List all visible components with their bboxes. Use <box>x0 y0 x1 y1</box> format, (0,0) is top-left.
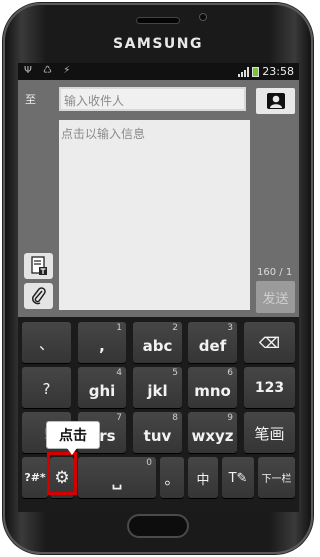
key-punctuation-comma[interactable]: 、 <box>22 322 71 363</box>
status-notification-icons: Ψ ♺ ⚡ <box>24 65 75 76</box>
front-camera <box>200 14 206 20</box>
battery-icon <box>252 66 260 77</box>
status-time: 23:58 <box>262 65 294 78</box>
key-question[interactable]: ? <box>22 367 71 408</box>
symbols-key[interactable]: ?#* <box>22 457 48 498</box>
key-5[interactable]: 5 jkl <box>133 367 182 408</box>
signal-icon <box>238 66 250 77</box>
key-2[interactable]: 2 abc <box>133 322 182 363</box>
next-field-key[interactable]: 下一栏 <box>258 457 295 498</box>
key-period[interactable]: 。 <box>160 457 184 498</box>
earpiece-speaker <box>137 18 179 23</box>
recipient-input[interactable]: 输入收件人 <box>59 87 246 111</box>
settings-key-highlight <box>47 452 77 495</box>
brand-logo: SAMSUNG <box>112 36 203 52</box>
to-label: 至 <box>25 93 36 106</box>
chinese-mode-key[interactable]: 中 <box>188 457 218 498</box>
space-key[interactable]: 0 ␣ <box>78 457 156 498</box>
home-button[interactable] <box>129 516 187 536</box>
message-input[interactable]: 点击以输入信息 <box>59 120 250 310</box>
key-1[interactable]: 1, <box>78 322 126 363</box>
tap-hint-callout: 点击 <box>46 421 100 455</box>
key-8[interactable]: 8 tuv <box>133 412 182 453</box>
status-bar: Ψ ♺ ⚡ 23:58 <box>18 63 299 80</box>
space-icon: ␣ <box>111 471 123 490</box>
key-4[interactable]: 4 ghi <box>78 367 126 408</box>
paperclip-icon <box>31 287 46 305</box>
send-button[interactable]: 发送 <box>256 281 295 313</box>
stroke-mode-key[interactable]: 笔画 <box>244 412 295 453</box>
key-3[interactable]: 3 def <box>188 322 237 363</box>
text-template-icon <box>30 256 47 275</box>
key-6[interactable]: 6 mno <box>188 367 237 408</box>
contact-icon <box>266 93 285 109</box>
key-9[interactable]: 9 wxyz <box>188 412 237 453</box>
compose-area: 至 输入收件人 点击以输入信息 160 / 1 发送 <box>18 80 299 317</box>
backspace-icon: ⌫ <box>258 333 281 352</box>
character-counter: 160 / 1 <box>257 267 293 278</box>
handwriting-key[interactable]: T✎ <box>222 457 254 498</box>
numeric-mode-key[interactable]: 123 <box>244 367 295 408</box>
backspace-key[interactable]: ⌫ <box>244 322 295 363</box>
template-button[interactable] <box>24 253 53 279</box>
attach-button[interactable] <box>24 283 53 309</box>
contacts-button[interactable] <box>256 88 295 114</box>
